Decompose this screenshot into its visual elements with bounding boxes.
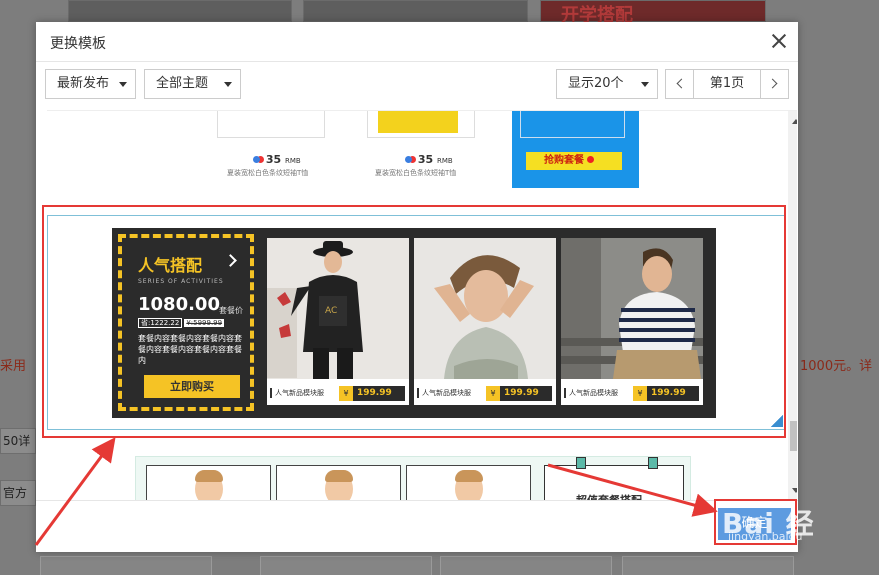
page-size-dropdown[interactable]: 显示20个: [556, 69, 658, 99]
list-scrollbar[interactable]: [788, 111, 797, 500]
sort-dropdown[interactable]: 最新发布: [45, 69, 136, 99]
page-size-label: 显示20个: [568, 76, 624, 91]
promo-panel: 抢购套餐: [512, 111, 639, 188]
clip-icon: [576, 457, 586, 469]
bg-chip: 官方: [0, 480, 36, 506]
dialog-header: 更换模板: [36, 22, 798, 62]
bg-card: [260, 556, 432, 575]
bg-thumbnail: [68, 0, 292, 22]
color-dots-icon: [253, 156, 260, 163]
sort-dropdown-label: 最新发布: [57, 76, 110, 91]
scrollbar-thumb[interactable]: [790, 421, 797, 451]
filter-toolbar: 最新发布 全部主题 显示20个 第1页: [36, 69, 798, 101]
promo-title: 超值套餐搭配: [576, 492, 642, 500]
caret-down-icon: [641, 82, 649, 87]
dialog-footer: 确定: [36, 500, 798, 552]
clip-icon: [648, 457, 658, 469]
close-icon[interactable]: [768, 30, 790, 52]
page-indicator: 第1页: [709, 76, 745, 91]
bg-thumbnail: [303, 0, 528, 22]
theme-dropdown-label: 全部主题: [156, 76, 209, 91]
scroll-down-icon[interactable]: [792, 488, 797, 493]
product-image: [146, 465, 271, 500]
theme-dropdown[interactable]: 全部主题: [144, 69, 241, 99]
product-caption: 夏装宽松白色条纹短袖T恤: [227, 169, 309, 177]
caret-down-icon: [119, 82, 127, 87]
promo-box: [520, 111, 625, 138]
bg-notice-right: 1000元。详: [800, 359, 873, 374]
product-caption: 夏装宽松白色条纹短袖T恤: [375, 169, 457, 177]
scroll-up-icon[interactable]: [792, 119, 797, 124]
bg-card: [40, 556, 212, 575]
bg-notice-left: 采用: [0, 359, 27, 374]
next-page-button[interactable]: [760, 70, 788, 98]
prev-page-button[interactable]: [666, 70, 694, 98]
buy-package-label: 抢购套餐: [526, 152, 622, 170]
chevron-left-icon: [676, 78, 687, 89]
bg-card: [622, 556, 794, 575]
bg-chip: 50详: [0, 428, 36, 454]
template-item[interactable]: 35 RMB 35 RMB 夏装宽松白色条纹短袖T恤 夏装宽松白色条纹短袖T恤 …: [187, 111, 639, 188]
product-price: 35 RMB: [253, 153, 301, 166]
product-image: [406, 465, 531, 500]
bg-thumbnail: 开学搭配: [540, 0, 766, 26]
product-image: [367, 111, 475, 138]
dialog-title: 更换模板: [50, 36, 106, 52]
bg-card: [440, 556, 612, 575]
chevron-right-icon: [767, 78, 778, 89]
color-dots-icon: [405, 156, 412, 163]
product-image: [217, 111, 325, 138]
product-image: [276, 465, 401, 500]
watermark-text: jingyan.baidu: [728, 530, 803, 543]
dot-icon: [587, 156, 594, 163]
product-thumbnail: [378, 111, 458, 133]
bg-bottom-cards: [0, 556, 879, 575]
template-item[interactable]: 超值套餐搭配: [135, 456, 691, 500]
pager: 第1页: [665, 69, 789, 99]
caret-down-icon: [224, 82, 232, 87]
product-price: 35 RMB: [405, 153, 453, 166]
highlight-box-template: [42, 205, 786, 438]
